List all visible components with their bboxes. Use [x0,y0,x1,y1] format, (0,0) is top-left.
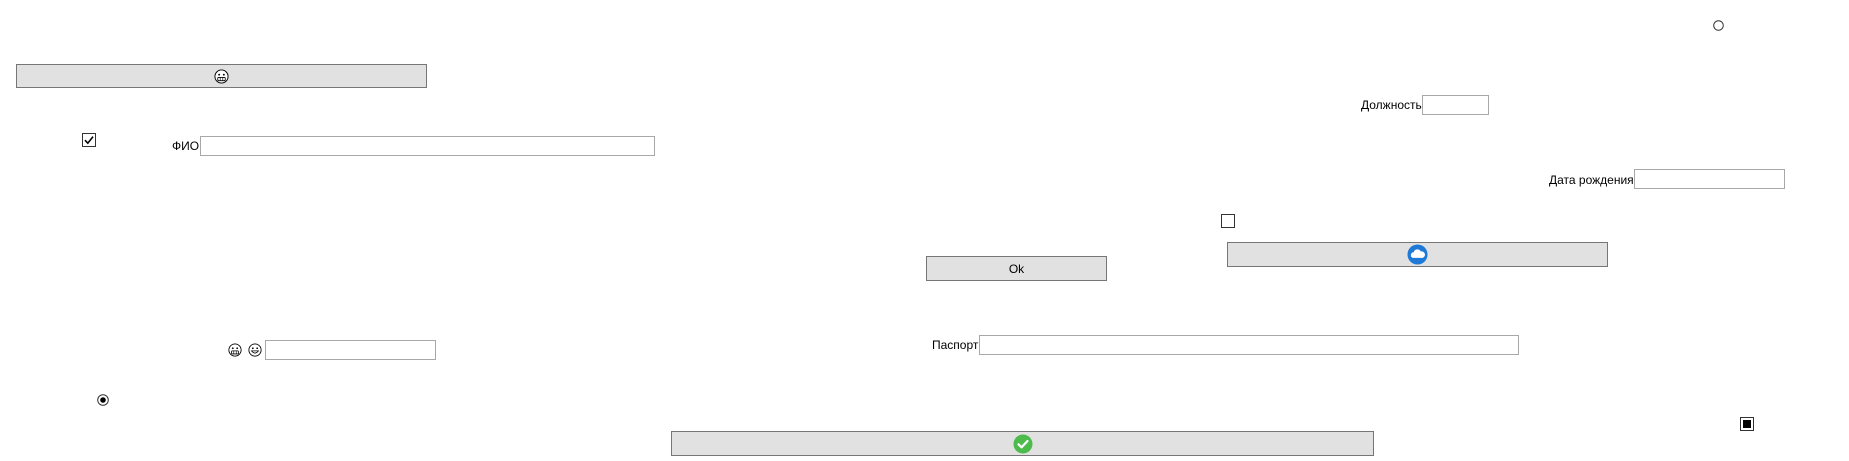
checkbox-checked[interactable] [82,133,96,147]
passport-label: Паспорт [932,338,979,352]
position-field[interactable] [1422,95,1489,115]
fio-field[interactable] [200,136,655,156]
cloud-icon [1407,244,1428,265]
checkbox-indeterminate[interactable] [1740,417,1754,431]
birth-date-label: Дата рождения [1549,173,1634,187]
ok-button[interactable]: Ok [926,256,1107,281]
emoji-field[interactable] [265,340,436,360]
emoji-button[interactable] [16,64,427,88]
grimace-face-icon [228,343,242,357]
radio-top[interactable] [1713,20,1724,31]
birth-date-field[interactable] [1634,169,1785,189]
grimace-face-icon [214,68,229,84]
check-circle-icon [1013,434,1033,454]
confirm-button[interactable] [671,431,1374,456]
cloud-button[interactable] [1227,242,1608,267]
fio-label: ФИО [172,139,200,153]
grin-face-icon [248,343,262,357]
passport-field[interactable] [979,335,1519,355]
checkbox-unchecked[interactable] [1221,214,1235,228]
position-label: Должность [1361,98,1422,112]
radio-selected[interactable] [97,394,109,406]
